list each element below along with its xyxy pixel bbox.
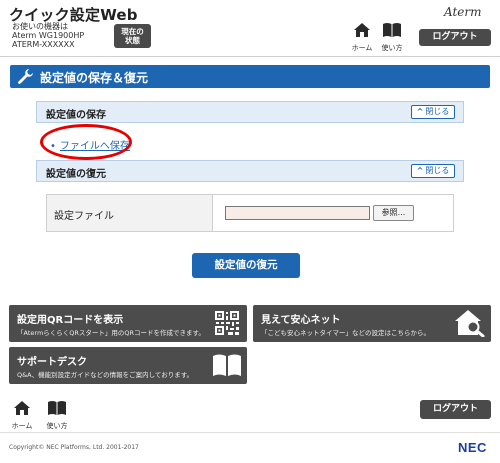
file-label-cell: 設定ファイル <box>47 195 213 231</box>
footer-manual-label: 使い方 <box>46 422 68 430</box>
aterm-logo: Aterm <box>444 5 482 19</box>
device-id: ATERM-XXXXXX <box>12 40 75 49</box>
restore-form-table: 設定ファイル 参照... <box>46 194 454 232</box>
restore-section-header: 設定値の復元 ^ 閉じる <box>36 160 464 182</box>
manual-nav-label: 使い方 <box>381 44 403 52</box>
qr-tile-desc: 「AtermらくらくQRスタート」用のQRコードを作成できます。 <box>17 329 205 337</box>
home-search-icon <box>455 310 485 337</box>
support-tile-desc: Q&A、機能別設定ガイドなどの情報をご案内しております。 <box>17 371 194 379</box>
restore-settings-button[interactable]: 設定値の復元 <box>192 253 300 278</box>
book-icon <box>48 401 66 415</box>
save-section-header: 設定値の保存 ^ 閉じる <box>36 101 464 123</box>
safety-net-tile[interactable]: 見えて安心ネット 「こども安心ネットタイマー」などの設定はこちらから。 <box>253 305 491 342</box>
save-section-close-button[interactable]: ^ 閉じる <box>411 105 455 119</box>
save-close-label: 閉じる <box>425 107 450 116</box>
page-title-bar: 設定値の保存＆復元 <box>10 65 490 88</box>
logout-button[interactable]: ログアウト <box>419 29 491 46</box>
support-desk-tile[interactable]: サポートデスク Q&A、機能別設定ガイドなどの情報をご案内しております。 <box>9 347 247 384</box>
home-icon <box>354 23 370 37</box>
copyright-text: Copyright© NEC Platforms, Ltd. 2001-2017 <box>9 444 139 451</box>
save-section-title: 設定値の保存 <box>46 110 106 121</box>
footer-home-button[interactable]: ホーム <box>8 400 36 431</box>
manual-nav-button[interactable]: 使い方 <box>378 22 406 53</box>
page-title: 設定値の保存＆復元 <box>40 71 149 85</box>
chevron-up-icon: ^ <box>416 166 424 175</box>
header: クイック設定Web お使いの機器は Aterm WG1900HP ATERM-X… <box>0 0 500 57</box>
restore-close-label: 閉じる <box>425 166 450 175</box>
file-label: 設定ファイル <box>54 211 114 222</box>
home-nav-label: ホーム <box>351 44 373 52</box>
restore-section-title: 設定値の復元 <box>46 169 106 180</box>
home-nav-button[interactable]: ホーム <box>348 22 376 53</box>
restore-section-close-button[interactable]: ^ 閉じる <box>411 164 455 178</box>
footer-home-label: ホーム <box>11 422 33 430</box>
footer-logout-button[interactable]: ログアウト <box>420 400 491 419</box>
open-book-icon <box>213 354 241 376</box>
safety-tile-desc: 「こども安心ネットタイマー」などの設定はこちらから。 <box>261 329 430 337</box>
qr-code-icon <box>215 311 239 335</box>
book-icon <box>383 23 401 37</box>
browse-button[interactable]: 参照... <box>373 205 414 221</box>
qr-code-tile[interactable]: 設定用QRコードを表示 「AtermらくらくQRスタート」用のQRコードを作成で… <box>9 305 247 342</box>
qr-tile-title: 設定用QRコードを表示 <box>17 315 124 326</box>
safety-tile-title: 見えて安心ネット <box>261 315 341 326</box>
chevron-up-icon: ^ <box>416 107 424 116</box>
footer-manual-button[interactable]: 使い方 <box>43 400 71 431</box>
nec-logo: NEC <box>458 440 487 455</box>
current-status-button[interactable]: 現在の 状態 <box>114 24 151 48</box>
home-icon <box>14 401 30 415</box>
wrench-icon <box>18 69 33 84</box>
file-path-input[interactable] <box>225 206 370 220</box>
support-tile-title: サポートデスク <box>17 357 87 368</box>
footer-divider <box>0 432 500 433</box>
highlight-ellipse <box>40 124 132 160</box>
